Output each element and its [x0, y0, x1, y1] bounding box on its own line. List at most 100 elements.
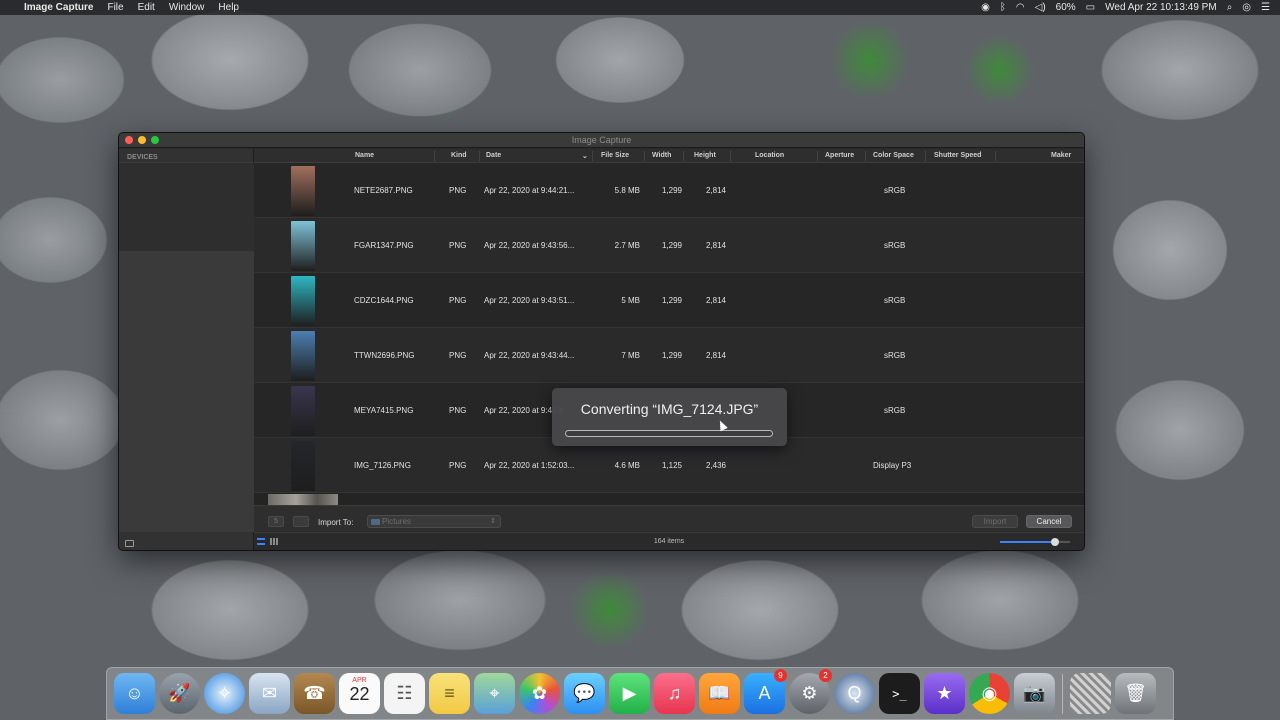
- screen-record-icon[interactable]: ◉: [981, 2, 990, 13]
- calendar-icon[interactable]: APR 22: [339, 673, 380, 714]
- cell-width: 1,125: [661, 461, 682, 470]
- image-capture-icon[interactable]: 📷: [1014, 673, 1055, 714]
- reminders-icon[interactable]: ☷: [384, 673, 425, 714]
- menu-window[interactable]: Window: [169, 2, 205, 13]
- chrome-icon[interactable]: ◉: [969, 673, 1010, 714]
- import-count-stepper[interactable]: 5: [268, 516, 284, 527]
- quicktime-icon[interactable]: Q: [834, 673, 875, 714]
- import-button[interactable]: Import: [972, 515, 1018, 528]
- column-kind[interactable]: Kind: [451, 152, 467, 159]
- cancel-button[interactable]: Cancel: [1026, 515, 1072, 528]
- cell-color-space: sRGB: [884, 241, 906, 250]
- column-date[interactable]: Date: [486, 152, 501, 159]
- column-separator: [683, 151, 684, 161]
- table-row[interactable]: IMG_7126.PNG PNG Apr 22, 2020 at 1:52:03…: [254, 438, 1084, 493]
- zoom-window-button[interactable]: [151, 136, 159, 144]
- terminal-icon[interactable]: >_: [879, 673, 920, 714]
- column-separator: [592, 151, 593, 161]
- system-preferences-icon[interactable]: ⚙ 2: [789, 669, 832, 714]
- battery-icon[interactable]: ▭: [1086, 2, 1095, 13]
- safari-icon[interactable]: ✧: [204, 673, 245, 714]
- thumbnail-size-slider[interactable]: [1000, 538, 1070, 546]
- column-separator: [644, 151, 645, 161]
- file-thumbnail: [291, 276, 315, 326]
- conversion-message: Converting “IMG_7124.JPG”: [580, 401, 759, 417]
- window-titlebar[interactable]: Image Capture: [119, 133, 1084, 148]
- photos-icon[interactable]: ✿: [519, 673, 560, 714]
- bluetooth-icon[interactable]: ᛒ: [1000, 2, 1006, 13]
- menu-file[interactable]: File: [107, 2, 123, 13]
- column-name[interactable]: Name: [355, 152, 374, 159]
- import-to-select[interactable]: Pictures ⇕: [367, 515, 501, 528]
- chevron-updown-icon: ⇕: [490, 518, 496, 525]
- table-row[interactable]: CDZC1644.PNG PNG Apr 22, 2020 at 9:43:51…: [254, 273, 1084, 328]
- folder-icon: [371, 519, 380, 525]
- notification-center-icon[interactable]: ☰: [1261, 2, 1270, 13]
- menu-help[interactable]: Help: [218, 2, 239, 13]
- messages-icon[interactable]: 💬: [564, 673, 605, 714]
- mail-icon[interactable]: ✉: [249, 673, 290, 714]
- table-row[interactable]: FGAR1347.PNG PNG Apr 22, 2020 at 9:43:56…: [254, 218, 1084, 273]
- menu-clock[interactable]: Wed Apr 22 10:13:49 PM: [1105, 2, 1217, 13]
- cell-kind: PNG: [449, 406, 467, 415]
- volume-icon[interactable]: ◁): [1035, 2, 1046, 13]
- column-separator: [925, 151, 926, 161]
- imovie-icon[interactable]: ★: [924, 673, 965, 714]
- cell-color-space: sRGB: [884, 296, 906, 305]
- facetime-icon[interactable]: ▶: [609, 673, 650, 714]
- music-icon[interactable]: ♫: [654, 673, 695, 714]
- item-count: 164 items: [653, 538, 685, 545]
- file-thumbnail: [291, 331, 315, 381]
- cell-height: 2,814: [705, 241, 726, 250]
- column-height[interactable]: Height: [694, 152, 716, 159]
- contacts-icon[interactable]: ☎: [294, 673, 335, 714]
- slider-knob[interactable]: [1050, 538, 1059, 546]
- next-row-thumbnail: [268, 494, 338, 505]
- cell-width: 1,299: [661, 241, 682, 250]
- file-list: NETE2687.PNG PNG Apr 22, 2020 at 9:44:21…: [254, 163, 1084, 505]
- cell-size: 5 MB: [621, 296, 640, 305]
- maps-icon[interactable]: ⌖: [474, 673, 515, 714]
- app-store-icon[interactable]: A 9: [744, 669, 787, 714]
- app-store-badge: 9: [774, 669, 787, 682]
- trash-icon[interactable]: 🗑: [1115, 673, 1156, 714]
- cell-color-space: sRGB: [884, 186, 906, 195]
- launchpad-icon[interactable]: 🚀: [159, 673, 200, 714]
- devices-list[interactable]: [119, 163, 254, 251]
- table-row[interactable]: NETE2687.PNG PNG Apr 22, 2020 at 9:44:21…: [254, 163, 1084, 218]
- menu-edit[interactable]: Edit: [138, 2, 155, 13]
- battery-percent[interactable]: 60%: [1056, 2, 1076, 13]
- cell-date: Apr 22, 2020 at 1:52:03...: [484, 461, 575, 470]
- column-location[interactable]: Location: [755, 152, 784, 159]
- column-file-size[interactable]: File Size: [601, 152, 629, 159]
- cell-color-space: sRGB: [884, 351, 906, 360]
- table-row[interactable]: TTWN2696.PNG PNG Apr 22, 2020 at 9:43:44…: [254, 328, 1084, 383]
- column-header: Name Kind Date ⌄ File Size Width Height …: [254, 149, 1084, 163]
- cell-date: Apr 22, 2020 at 9:44:21...: [484, 186, 575, 195]
- import-options-button[interactable]: [293, 516, 309, 527]
- books-icon[interactable]: 📖: [699, 673, 740, 714]
- column-width[interactable]: Width: [652, 152, 671, 159]
- cell-name: MEYA7415.PNG: [354, 406, 414, 415]
- cell-name: CDZC1644.PNG: [354, 296, 414, 305]
- column-shutter-speed[interactable]: Shutter Speed: [934, 152, 981, 159]
- column-maker[interactable]: Maker: [1051, 152, 1071, 159]
- cell-height: 2,436: [705, 461, 726, 470]
- downloads-stack-icon[interactable]: [1070, 673, 1111, 714]
- cell-name: IMG_7126.PNG: [354, 461, 411, 470]
- column-aperture[interactable]: Aperture: [825, 152, 854, 159]
- file-thumbnail: [291, 166, 315, 216]
- sort-chevron-down-icon[interactable]: ⌄: [582, 152, 588, 160]
- column-color-space[interactable]: Color Space: [873, 152, 914, 159]
- finder-icon[interactable]: ☺: [114, 673, 155, 714]
- minimize-window-button[interactable]: [138, 136, 146, 144]
- spotlight-search-icon[interactable]: ⌕: [1227, 2, 1233, 13]
- menu-app-name[interactable]: Image Capture: [24, 2, 93, 13]
- column-separator: [479, 151, 480, 161]
- close-window-button[interactable]: [125, 136, 133, 144]
- notes-icon[interactable]: ≡: [429, 673, 470, 714]
- wifi-icon[interactable]: ◠: [1016, 2, 1025, 13]
- siri-icon[interactable]: ◎: [1242, 2, 1251, 13]
- device-settings-icon[interactable]: [125, 540, 134, 547]
- file-thumbnail: [291, 441, 315, 491]
